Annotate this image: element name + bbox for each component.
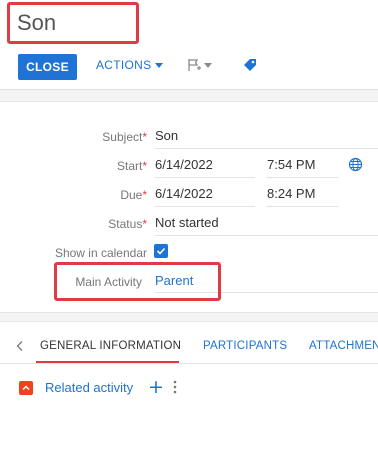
start-time-underline <box>266 177 338 178</box>
subject-underline <box>155 148 378 149</box>
check-icon <box>156 247 166 255</box>
actions-button[interactable]: ACTIONS <box>96 58 164 72</box>
due-time-underline <box>266 206 338 207</box>
tag-button[interactable] <box>243 58 257 77</box>
start-label: Start* <box>116 159 147 173</box>
chevron-down-icon <box>155 62 164 68</box>
close-button[interactable]: CLOSE <box>18 54 77 80</box>
related-activity-collapse-button[interactable] <box>19 381 33 395</box>
chevron-up-icon <box>22 385 30 391</box>
add-related-activity-button[interactable]: + <box>148 376 164 398</box>
status-field[interactable]: Not started <box>155 215 219 230</box>
start-time-field[interactable]: 7:54 PM <box>267 157 315 172</box>
status-underline <box>155 235 378 236</box>
due-date-underline <box>155 206 255 207</box>
due-label: Due* <box>120 188 147 202</box>
subject-field[interactable]: Son <box>155 128 178 143</box>
start-date-field[interactable]: 6/14/2022 <box>155 157 213 172</box>
tab-attachments[interactable]: ATTACHMENTS <box>309 340 378 352</box>
show-in-calendar-label: Show in calendar <box>54 246 147 260</box>
due-date-field[interactable]: 6/14/2022 <box>155 186 213 201</box>
show-in-calendar-checkbox[interactable] <box>154 244 168 258</box>
tag-icon <box>244 59 256 71</box>
subject-label: Subject* <box>102 130 147 144</box>
tabs-divider <box>0 363 378 364</box>
globe-icon[interactable] <box>348 157 363 172</box>
more-vertical-icon[interactable] <box>172 380 178 394</box>
flag-icon <box>188 59 201 71</box>
page-title: Son <box>17 10 57 35</box>
due-time-field[interactable]: 8:24 PM <box>267 186 315 201</box>
chevron-down-icon <box>204 62 212 68</box>
tab-participants[interactable]: PARTICIPANTS <box>203 340 287 352</box>
start-date-underline <box>155 177 255 178</box>
actions-label: ACTIONS <box>96 58 152 72</box>
chevron-left-icon[interactable] <box>15 340 25 352</box>
status-label: Status* <box>108 217 147 231</box>
related-activity-title[interactable]: Related activity <box>45 380 133 395</box>
tab-general-information[interactable]: GENERAL INFORMATION <box>40 340 181 352</box>
flag-menu-button[interactable] <box>187 58 212 72</box>
main-activity-highlight <box>54 262 221 301</box>
